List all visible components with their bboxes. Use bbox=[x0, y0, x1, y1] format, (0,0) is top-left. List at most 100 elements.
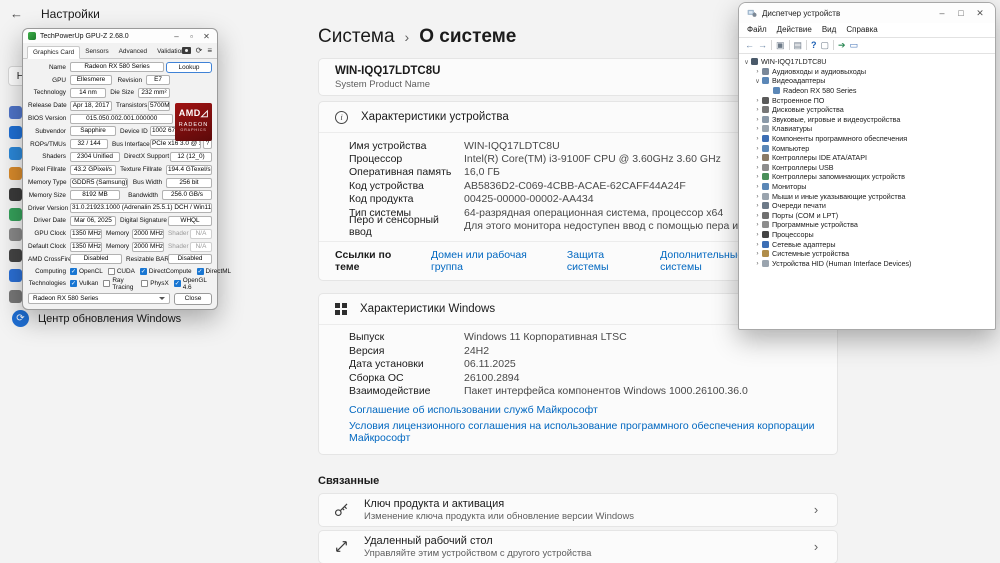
menu-файл[interactable]: Файл bbox=[747, 25, 767, 34]
breadcrumb-parent[interactable]: Система bbox=[318, 26, 395, 48]
related-item-remote-desktop[interactable]: Удаленный рабочий стол Управляйте этим ус… bbox=[318, 529, 838, 563]
sidebar-item-accounts-icon[interactable] bbox=[9, 208, 22, 221]
minimize-button[interactable]: – bbox=[935, 8, 949, 18]
details-icon[interactable]: ▤ bbox=[794, 40, 803, 50]
tree-item-network-adapters[interactable]: › Сетевые адаптеры bbox=[741, 239, 993, 249]
monitor-icon[interactable]: ▭ bbox=[850, 40, 859, 50]
tree-item-firmware[interactable]: › Встроенное ПО bbox=[741, 95, 993, 105]
tree-item-display-adapters[interactable]: ∨ Видеоадаптеры bbox=[741, 76, 993, 86]
sidebar-item-system-icon[interactable] bbox=[9, 106, 22, 119]
windows-license-link[interactable]: Соглашение об использовании служб Майкро… bbox=[349, 404, 821, 416]
sidebar-item-windows-update[interactable]: ⟳ Центр обновления Windows bbox=[12, 310, 181, 327]
tree-item-usb-controllers[interactable]: › Контроллеры USB bbox=[741, 163, 993, 173]
tree-item-keyboards[interactable]: › Клавиатуры bbox=[741, 124, 993, 134]
expander-icon[interactable]: › bbox=[754, 260, 761, 267]
topic-link[interactable]: Домен или рабочая группа bbox=[431, 249, 545, 273]
related-item-key[interactable]: Ключ продукта и активация Изменение ключа… bbox=[318, 492, 838, 527]
tree-item-software-devices[interactable]: › Программные устройства bbox=[741, 220, 993, 230]
tree-item-storage-controllers[interactable]: › Контроллеры запоминающих устройств bbox=[741, 172, 993, 182]
checkbox-item-vulkan[interactable]: ✓ Vulkan bbox=[70, 280, 98, 288]
close-button[interactable]: ✕ bbox=[201, 32, 212, 41]
tree-item-audio-io[interactable]: › Аудиовходы и аудиовыходы bbox=[741, 67, 993, 77]
expander-icon[interactable]: › bbox=[754, 202, 761, 209]
sidebar-item-privacy-icon[interactable] bbox=[9, 289, 22, 303]
checkbox-item-directcompute[interactable]: ✓ DirectCompute bbox=[139, 268, 192, 276]
expander-icon[interactable]: › bbox=[754, 145, 761, 152]
gpuz-close-button[interactable]: Close bbox=[174, 292, 212, 305]
sidebar-item-personalization-icon[interactable] bbox=[9, 167, 22, 181]
help-icon[interactable]: ? bbox=[811, 40, 817, 50]
expander-icon[interactable]: › bbox=[754, 106, 761, 113]
expander-icon[interactable]: › bbox=[754, 135, 761, 142]
sidebar-item-time-language-icon[interactable] bbox=[9, 228, 22, 242]
expander-icon[interactable]: › bbox=[754, 164, 761, 171]
expander-icon[interactable]: › bbox=[754, 231, 761, 238]
gpuz-titlebar[interactable]: TechPowerUp GPU-Z 2.68.0 – ▫ ✕ bbox=[23, 29, 217, 43]
menu-вид[interactable]: Вид bbox=[822, 25, 836, 34]
checkbox-item-opencl[interactable]: ✓ OpenCL bbox=[70, 268, 103, 276]
tree-item-system-devices[interactable]: › Системные устройства bbox=[741, 249, 993, 259]
tree-item-gpu[interactable]: Radeon RX 580 Series bbox=[741, 86, 993, 96]
chevron-right-icon[interactable]: › bbox=[809, 502, 823, 517]
gpu-select-dropdown[interactable]: Radeon RX 580 Series bbox=[28, 293, 170, 305]
restore-button[interactable]: ▫ bbox=[186, 32, 197, 41]
expander-icon[interactable]: › bbox=[754, 173, 761, 180]
tree-item-computer-node[interactable]: › Компьютер bbox=[741, 143, 993, 153]
menu-справка[interactable]: Справка bbox=[846, 25, 877, 34]
tree-item-sound-devices[interactable]: › Звуковые, игровые и видеоустройства bbox=[741, 115, 993, 125]
checkbox-item-opengl-4-6[interactable]: ✓ OpenGL 4.6 bbox=[173, 277, 207, 291]
expander-icon[interactable]: › bbox=[754, 97, 761, 104]
tree-item-ide-controllers[interactable]: › Контроллеры IDE ATA/ATAPI bbox=[741, 153, 993, 163]
sidebar-item-gaming-icon[interactable] bbox=[9, 248, 22, 262]
minimize-button[interactable]: – bbox=[171, 32, 182, 41]
sidebar-item-network-icon[interactable] bbox=[9, 146, 22, 160]
sidebar-item-accessibility-icon[interactable] bbox=[9, 269, 22, 283]
screenshot-icon[interactable] bbox=[181, 47, 191, 54]
menu-действие[interactable]: Действие bbox=[777, 25, 812, 34]
menu-icon[interactable]: ≡ bbox=[207, 46, 212, 55]
sidebar-item-bluetooth-devices-icon[interactable] bbox=[9, 126, 22, 140]
expander-icon[interactable]: › bbox=[754, 116, 761, 123]
back-icon[interactable]: ← bbox=[745, 40, 754, 50]
tree-item-monitors[interactable]: › Мониторы bbox=[741, 182, 993, 192]
expander-icon[interactable]: › bbox=[754, 221, 761, 228]
expander-icon[interactable]: ∨ bbox=[743, 58, 750, 66]
expander-icon[interactable]: › bbox=[754, 154, 761, 161]
tree-item-hid-devices[interactable]: › Устройства HID (Human Interface Devices… bbox=[741, 258, 993, 268]
expander-icon[interactable]: › bbox=[754, 193, 761, 200]
tree-item-ports[interactable]: › Порты (COM и LPT) bbox=[741, 211, 993, 221]
expander-icon[interactable]: ∨ bbox=[754, 77, 761, 85]
checkbox-item-directml[interactable]: ✓ DirectML bbox=[196, 268, 231, 276]
expander-icon[interactable]: › bbox=[754, 125, 761, 132]
tab-advanced[interactable]: Advanced bbox=[114, 46, 152, 58]
expander-icon[interactable]: › bbox=[754, 183, 761, 190]
checkbox-item-ray-tracing[interactable]: Ray Tracing bbox=[103, 277, 136, 291]
topic-link[interactable]: Защита системы bbox=[567, 249, 638, 273]
tree-item-print-queues[interactable]: › Очереди печати bbox=[741, 201, 993, 211]
expander-icon[interactable]: › bbox=[754, 68, 761, 75]
checkbox-item-physx[interactable]: PhysX bbox=[141, 280, 169, 288]
expander-icon[interactable]: › bbox=[754, 212, 761, 219]
expander-icon[interactable]: › bbox=[754, 250, 761, 257]
properties-icon[interactable]: ▢ bbox=[821, 40, 830, 50]
windows-license-link[interactable]: Условия лицензионного соглашения на испо… bbox=[349, 420, 821, 444]
close-button[interactable]: ✕ bbox=[973, 8, 987, 19]
tab-sensors[interactable]: Sensors bbox=[80, 46, 113, 58]
lookup-button[interactable]: Lookup bbox=[166, 61, 212, 73]
computer-icon[interactable]: ▣ bbox=[776, 40, 785, 50]
tab-graphics-card[interactable]: Graphics Card bbox=[27, 46, 81, 59]
device-manager-titlebar[interactable]: Диспетчер устройств – □ ✕ bbox=[739, 3, 995, 23]
scan-icon[interactable]: ➔ bbox=[838, 40, 846, 50]
tree-item-software-components[interactable]: › Компоненты программного обеспечения bbox=[741, 134, 993, 144]
sidebar-item-apps-icon[interactable] bbox=[9, 187, 22, 201]
tree-item-mice[interactable]: › Мыши и иные указывающие устройства bbox=[741, 191, 993, 201]
tree-item-computer[interactable]: ∨ WIN-IQQ17LDTC8U bbox=[741, 57, 993, 67]
tree-item-disk-drives[interactable]: › Дисковые устройства bbox=[741, 105, 993, 115]
refresh-icon[interactable]: ⟳ bbox=[196, 46, 203, 55]
chevron-right-icon[interactable]: › bbox=[809, 539, 823, 554]
tree-item-processors[interactable]: › Процессоры bbox=[741, 230, 993, 240]
maximize-button[interactable]: □ bbox=[954, 8, 968, 18]
expander-icon[interactable]: › bbox=[754, 241, 761, 248]
forward-icon[interactable]: → bbox=[758, 40, 767, 50]
checkbox-item-cuda[interactable]: CUDA bbox=[107, 268, 135, 276]
